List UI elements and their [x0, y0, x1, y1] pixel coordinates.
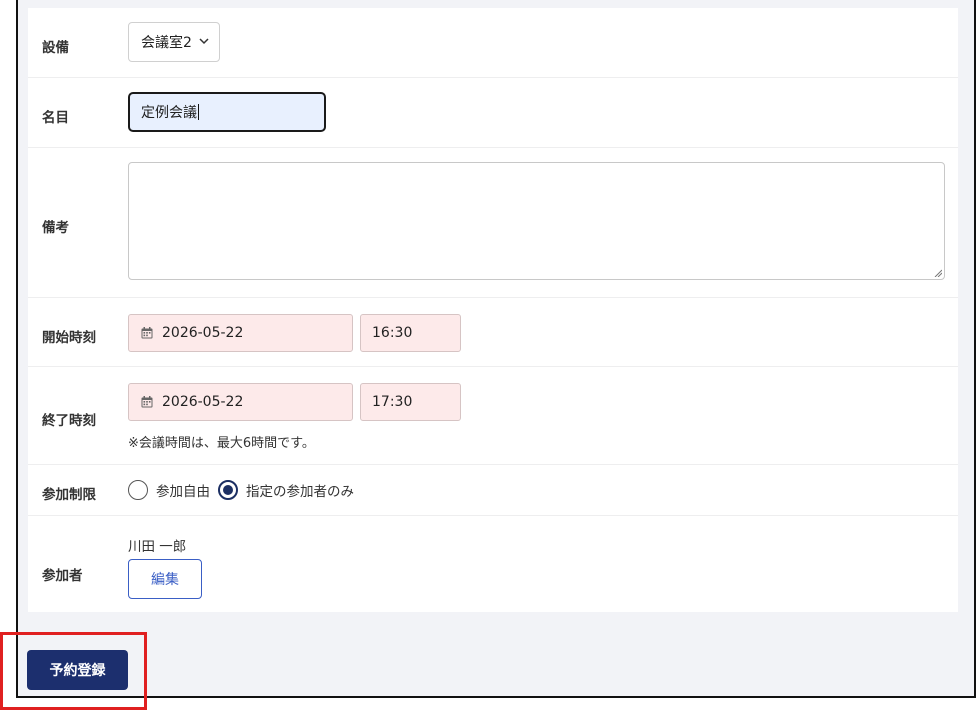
equipment-select-value: 会議室2 — [141, 35, 192, 51]
participant-name: 川田 一郎 — [128, 539, 187, 555]
start-date-value: 2026-05-22 — [162, 325, 244, 341]
calendar-icon — [141, 396, 153, 408]
end-time-row: 終了時刻 2026-05-22 17:30 ※会議時間は、最大6時間です。 — [28, 367, 958, 465]
title-input-value: 定例会議 — [141, 105, 197, 121]
title-input[interactable]: 定例会議 — [128, 92, 326, 132]
end-time-label: 終了時刻 — [42, 413, 96, 429]
equipment-select[interactable]: 会議室2 — [128, 22, 220, 62]
start-date-input[interactable]: 2026-05-22 — [128, 314, 353, 352]
reservation-form: 設備 会議室2 名目 定例会議 備考 開始時刻 2026-05-22 16:30… — [28, 8, 958, 612]
title-label: 名目 — [42, 110, 69, 126]
equipment-label: 設備 — [42, 40, 69, 56]
restriction-row: 参加制限 参加自由 指定の参加者のみ — [28, 465, 958, 516]
remarks-row: 備考 — [28, 148, 958, 298]
duration-note: ※会議時間は、最大6時間です。 — [128, 436, 315, 451]
participants-row: 参加者 川田 一郎 編集 — [28, 516, 958, 612]
edit-participants-button[interactable]: 編集 — [128, 559, 202, 599]
restriction-label: 参加制限 — [42, 487, 96, 503]
end-time-input[interactable]: 17:30 — [360, 383, 461, 421]
start-time-row: 開始時刻 2026-05-22 16:30 — [28, 298, 958, 367]
start-time-label: 開始時刻 — [42, 330, 96, 346]
page-frame: 設備 会議室2 名目 定例会議 備考 開始時刻 2026-05-22 16:30… — [16, 0, 976, 698]
radio-free-label[interactable]: 参加自由 — [156, 480, 210, 500]
radio-designated[interactable] — [218, 480, 238, 500]
restriction-radio-group: 参加自由 指定の参加者のみ — [128, 480, 362, 500]
start-time-value: 16:30 — [372, 325, 413, 341]
radio-designated-label[interactable]: 指定の参加者のみ — [246, 480, 354, 500]
start-time-input[interactable]: 16:30 — [360, 314, 461, 352]
radio-free[interactable] — [128, 480, 148, 500]
resize-grip-icon[interactable] — [934, 269, 942, 277]
chevron-down-icon — [199, 38, 209, 45]
equipment-row: 設備 会議室2 — [28, 8, 958, 78]
participants-label: 参加者 — [42, 568, 83, 584]
remarks-label: 備考 — [42, 220, 69, 236]
calendar-icon — [141, 327, 153, 339]
text-caret — [198, 104, 199, 120]
remarks-textarea[interactable] — [128, 162, 945, 280]
title-row: 名目 定例会議 — [28, 78, 958, 148]
end-time-value: 17:30 — [372, 394, 413, 410]
top-strip — [18, 0, 974, 8]
end-date-value: 2026-05-22 — [162, 394, 244, 410]
highlight-box — [0, 632, 147, 710]
end-date-input[interactable]: 2026-05-22 — [128, 383, 353, 421]
